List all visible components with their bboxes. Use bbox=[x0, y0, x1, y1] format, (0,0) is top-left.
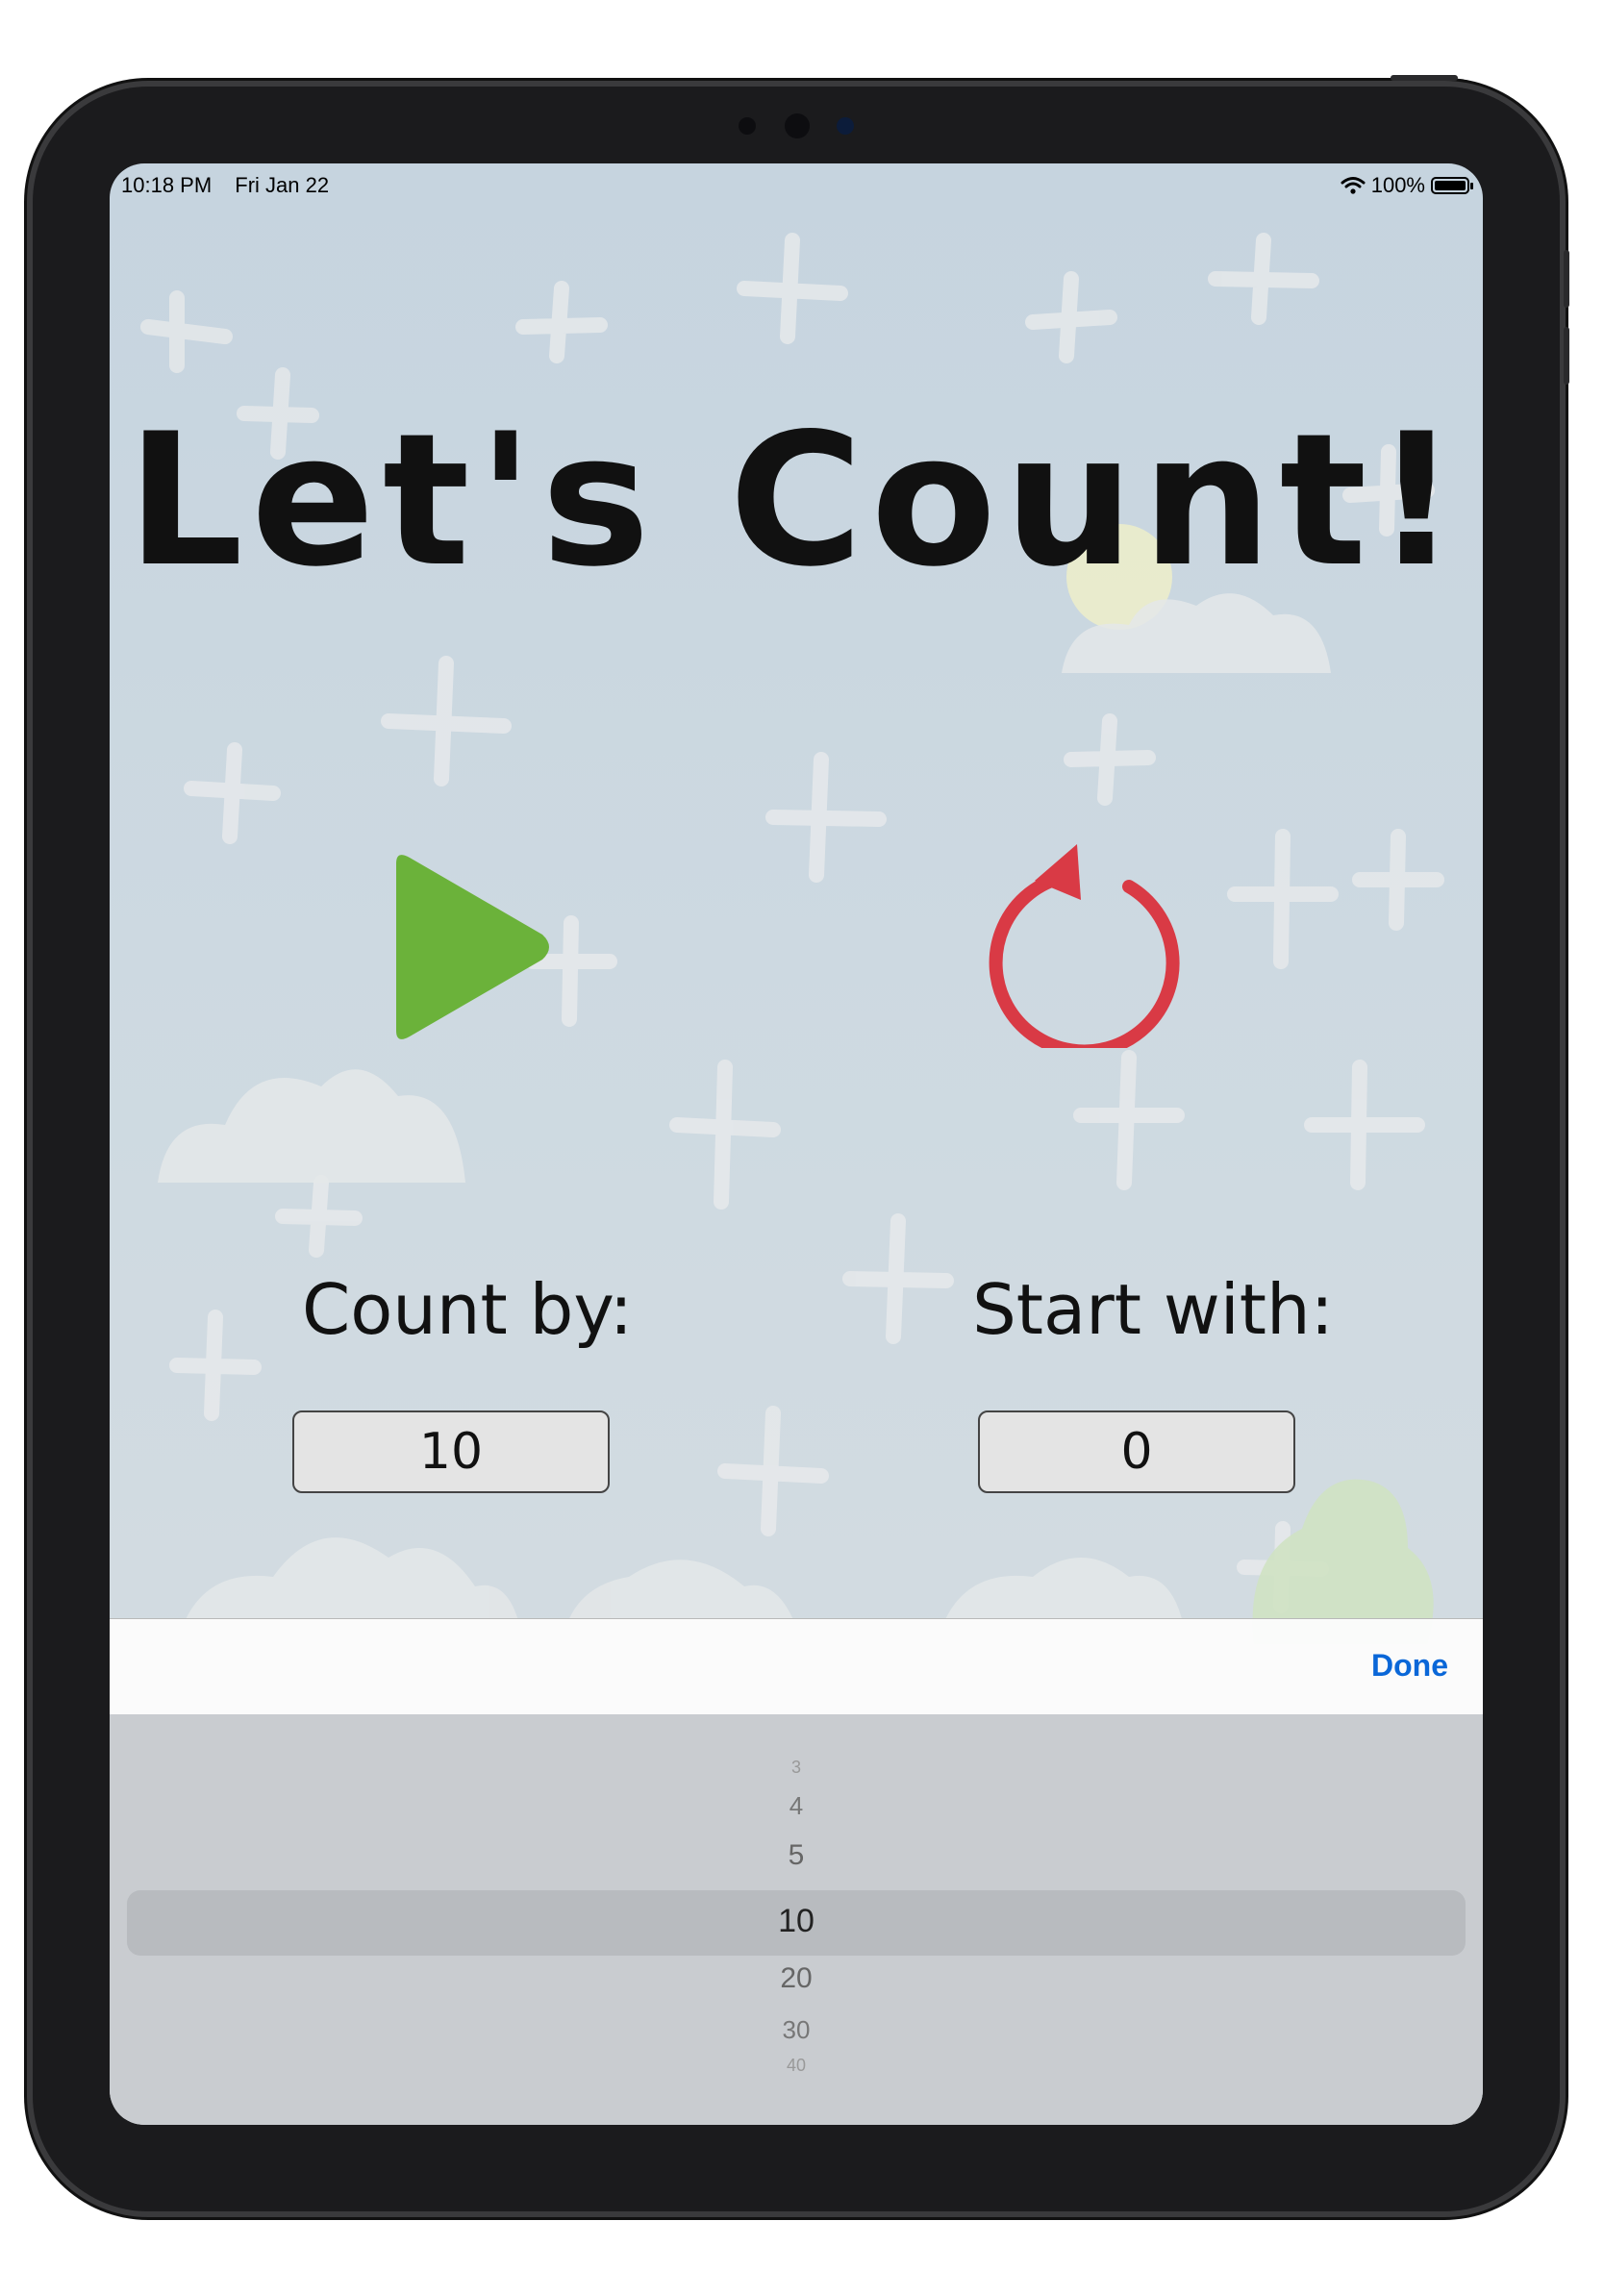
volume-down-button bbox=[1564, 327, 1569, 385]
start-with-label: Start with: bbox=[972, 1269, 1334, 1350]
picker-option[interactable]: 30 bbox=[110, 2015, 1483, 2045]
battery-icon bbox=[1431, 177, 1473, 194]
picker-option[interactable]: 4 bbox=[110, 1791, 1483, 1821]
status-right: 100% bbox=[1341, 173, 1473, 198]
count-by-field[interactable]: 10 bbox=[292, 1410, 610, 1493]
camera-bar bbox=[729, 113, 864, 138]
camera-icon bbox=[837, 117, 854, 135]
done-button[interactable]: Done bbox=[1371, 1648, 1448, 1684]
volume-up-button bbox=[1564, 250, 1569, 308]
status-date: Fri Jan 22 bbox=[235, 173, 330, 197]
picker-option[interactable]: 40 bbox=[110, 2056, 1483, 2076]
number-picker[interactable]: 3 4 5 10 20 30 40 bbox=[110, 1714, 1483, 2125]
app-screen: 10:18 PM Fri Jan 22 100% Let's Count! Co… bbox=[110, 163, 1483, 2125]
count-by-label: Count by: bbox=[301, 1269, 634, 1350]
play-button[interactable] bbox=[367, 846, 560, 1048]
picker-option[interactable]: 5 bbox=[110, 1839, 1483, 1872]
status-time: 10:18 PM bbox=[121, 173, 213, 197]
reset-icon bbox=[989, 844, 1180, 1059]
top-button bbox=[1391, 75, 1458, 81]
ipad-frame: 10:18 PM Fri Jan 22 100% Let's Count! Co… bbox=[33, 75, 1569, 2211]
wifi-icon bbox=[1341, 177, 1366, 194]
battery-percent: 100% bbox=[1370, 173, 1425, 197]
picker-option[interactable]: 3 bbox=[110, 1758, 1483, 1778]
keyboard-toolbar: Done bbox=[110, 1618, 1483, 1715]
status-left: 10:18 PM Fri Jan 22 bbox=[121, 173, 346, 198]
status-bar: 10:18 PM Fri Jan 22 100% bbox=[110, 163, 1483, 206]
sensor-icon bbox=[785, 113, 810, 138]
reset-button[interactable] bbox=[975, 827, 1187, 1059]
start-with-field[interactable]: 0 bbox=[978, 1410, 1295, 1493]
picker-option[interactable]: 20 bbox=[110, 1962, 1483, 1995]
play-icon bbox=[396, 855, 549, 1039]
sensor-icon bbox=[739, 117, 756, 135]
picker-option-selected[interactable]: 10 bbox=[110, 1903, 1483, 1940]
app-title: Let's Count! bbox=[126, 394, 1466, 607]
